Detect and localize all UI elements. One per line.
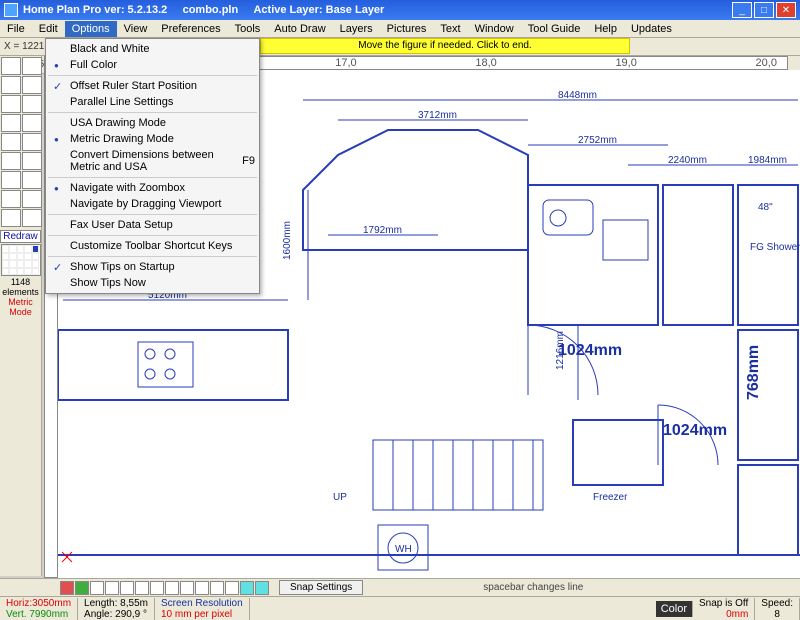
snap-icon[interactable]: [195, 581, 209, 595]
status-bar: Horiz:3050mm Vert. 7990mm Length: 8,55mA…: [0, 596, 800, 620]
svg-text:2240mm: 2240mm: [668, 155, 707, 166]
element-count: 1148 elements: [0, 277, 41, 297]
color-palette[interactable]: [1, 244, 41, 276]
snap-icon[interactable]: [180, 581, 194, 595]
circle-tool-icon[interactable]: [22, 114, 42, 132]
menu-item-metric-drawing-mode[interactable]: Metric Drawing Mode: [46, 131, 259, 147]
svg-text:UP: UP: [333, 492, 347, 503]
rect-tool-icon[interactable]: [22, 76, 42, 94]
menu-item-black-and-white[interactable]: Black and White: [46, 41, 259, 57]
snap-icon[interactable]: [210, 581, 224, 595]
menu-file[interactable]: File: [0, 21, 32, 37]
menu-window[interactable]: Window: [468, 21, 521, 37]
fast-tool-icon[interactable]: [22, 152, 42, 170]
menu-item-parallel-line-settings[interactable]: Parallel Line Settings: [46, 94, 259, 110]
menu-bar: FileEditOptionsViewPreferencesToolsAuto …: [0, 20, 800, 38]
svg-text:768mm: 768mm: [745, 345, 762, 400]
svg-text:1984mm: 1984mm: [748, 155, 787, 166]
maximize-button[interactable]: □: [754, 2, 774, 18]
snap-icon[interactable]: [120, 581, 134, 595]
menu-help[interactable]: Help: [587, 21, 624, 37]
svg-text:1024mm: 1024mm: [663, 422, 727, 439]
menu-item-convert-dimensions-between-metric-and-usa[interactable]: Convert Dimensions between Metric and US…: [46, 147, 259, 175]
menu-tool-guide[interactable]: Tool Guide: [521, 21, 588, 37]
snap-icon[interactable]: [165, 581, 179, 595]
svg-text:1600mm: 1600mm: [282, 221, 293, 260]
menu-text[interactable]: Text: [433, 21, 467, 37]
menu-item-customize-toolbar-shortcut-keys[interactable]: Customize Toolbar Shortcut Keys: [46, 238, 259, 254]
menu-item-offset-ruler-start-position[interactable]: Offset Ruler Start Position: [46, 78, 259, 94]
metric-mode-label: Metric Mode: [0, 297, 41, 317]
svg-text:1024mm: 1024mm: [558, 342, 622, 359]
wall-tool-icon[interactable]: [1, 95, 21, 113]
left-toolbar: Redraw 1148 elements Metric Mode: [0, 56, 42, 576]
menu-updates[interactable]: Updates: [624, 21, 679, 37]
status-speed: Speed:8: [755, 598, 800, 620]
bottom-toolbar: Snap Settings spacebar changes line: [0, 578, 800, 596]
text-tool-icon[interactable]: [1, 152, 21, 170]
hide-tool-icon[interactable]: [1, 190, 21, 208]
options-menu-dropdown: Black and WhiteFull Color Offset Ruler St…: [45, 38, 260, 294]
status-resolution: Screen Resolution10 mm per pixel: [155, 598, 250, 620]
svg-text:2752mm: 2752mm: [578, 135, 617, 146]
svg-text:48": 48": [758, 202, 773, 213]
status-position: Horiz:3050mm Vert. 7990mm: [0, 598, 78, 620]
line-tool-icon[interactable]: [1, 76, 21, 94]
dim-tool-icon[interactable]: [22, 57, 42, 75]
title-bar: Home Plan Pro ver: 5.2.13.2 combo.pln Ac…: [0, 0, 800, 20]
menu-pictures[interactable]: Pictures: [380, 21, 434, 37]
arrow-tool-icon[interactable]: [1, 133, 21, 151]
menu-auto-draw[interactable]: Auto Draw: [267, 21, 332, 37]
svg-text:1792mm: 1792mm: [363, 225, 402, 236]
menu-item-show-tips-now[interactable]: Show Tips Now: [46, 275, 259, 291]
clone-tool-icon[interactable]: [22, 171, 42, 189]
title-text: Home Plan Pro ver: 5.2.13.2 combo.pln Ac…: [23, 4, 732, 16]
poly-tool-icon[interactable]: [22, 95, 42, 113]
menu-item-full-color[interactable]: Full Color: [46, 57, 259, 73]
menu-view[interactable]: View: [117, 21, 155, 37]
menu-preferences[interactable]: Preferences: [154, 21, 227, 37]
menu-item-navigate-by-dragging-viewport[interactable]: Navigate by Dragging Viewport: [46, 196, 259, 212]
instruction-bar: Move the figure if needed. Click to end.: [260, 38, 630, 54]
camera-tool-icon[interactable]: [1, 209, 21, 227]
menu-item-show-tips-on-startup[interactable]: Show Tips on Startup: [46, 259, 259, 275]
figure-tool-icon[interactable]: [1, 171, 21, 189]
menu-options[interactable]: Options: [65, 21, 117, 37]
snap-icon[interactable]: [135, 581, 149, 595]
close-button[interactable]: ✕: [776, 2, 796, 18]
svg-text:WH: WH: [395, 544, 412, 555]
spacebar-hint: spacebar changes line: [483, 582, 583, 593]
color-button[interactable]: Color: [656, 601, 693, 617]
svg-text:8448mm: 8448mm: [558, 90, 597, 101]
menu-tools[interactable]: Tools: [228, 21, 268, 37]
menu-layers[interactable]: Layers: [333, 21, 380, 37]
snap-icon[interactable]: [60, 581, 74, 595]
snap-icon[interactable]: [90, 581, 104, 595]
menu-edit[interactable]: Edit: [32, 21, 65, 37]
status-snap: Snap is Off0mm: [693, 598, 755, 620]
minimize-button[interactable]: _: [732, 2, 752, 18]
snap-settings-button[interactable]: Snap Settings: [279, 580, 363, 595]
snap-icon[interactable]: [150, 581, 164, 595]
zoom-tool-icon[interactable]: [22, 209, 42, 227]
snap-icon[interactable]: [255, 581, 269, 595]
svg-text:FG Shower: FG Shower: [750, 242, 800, 253]
snap-icon[interactable]: [225, 581, 239, 595]
menu-item-usa-drawing-mode[interactable]: USA Drawing Mode: [46, 115, 259, 131]
svg-text:3712mm: 3712mm: [418, 110, 457, 121]
select-tool-icon[interactable]: [1, 57, 21, 75]
menu-item-navigate-with-zoombox[interactable]: Navigate with Zoombox: [46, 180, 259, 196]
app-icon: [4, 3, 18, 17]
redraw-button[interactable]: Redraw: [0, 230, 41, 243]
arc-tool-icon[interactable]: [1, 114, 21, 132]
misc-tool-icon[interactable]: [22, 190, 42, 208]
svg-text:Freezer: Freezer: [593, 492, 628, 503]
snap-icon[interactable]: [75, 581, 89, 595]
curve-tool-icon[interactable]: [22, 133, 42, 151]
menu-item-fax-user-data-setup[interactable]: Fax User Data Setup: [46, 217, 259, 233]
snap-icon[interactable]: [105, 581, 119, 595]
snap-icon[interactable]: [240, 581, 254, 595]
status-length-angle: Length: 8,55mAngle: 290,9 °: [78, 598, 155, 620]
